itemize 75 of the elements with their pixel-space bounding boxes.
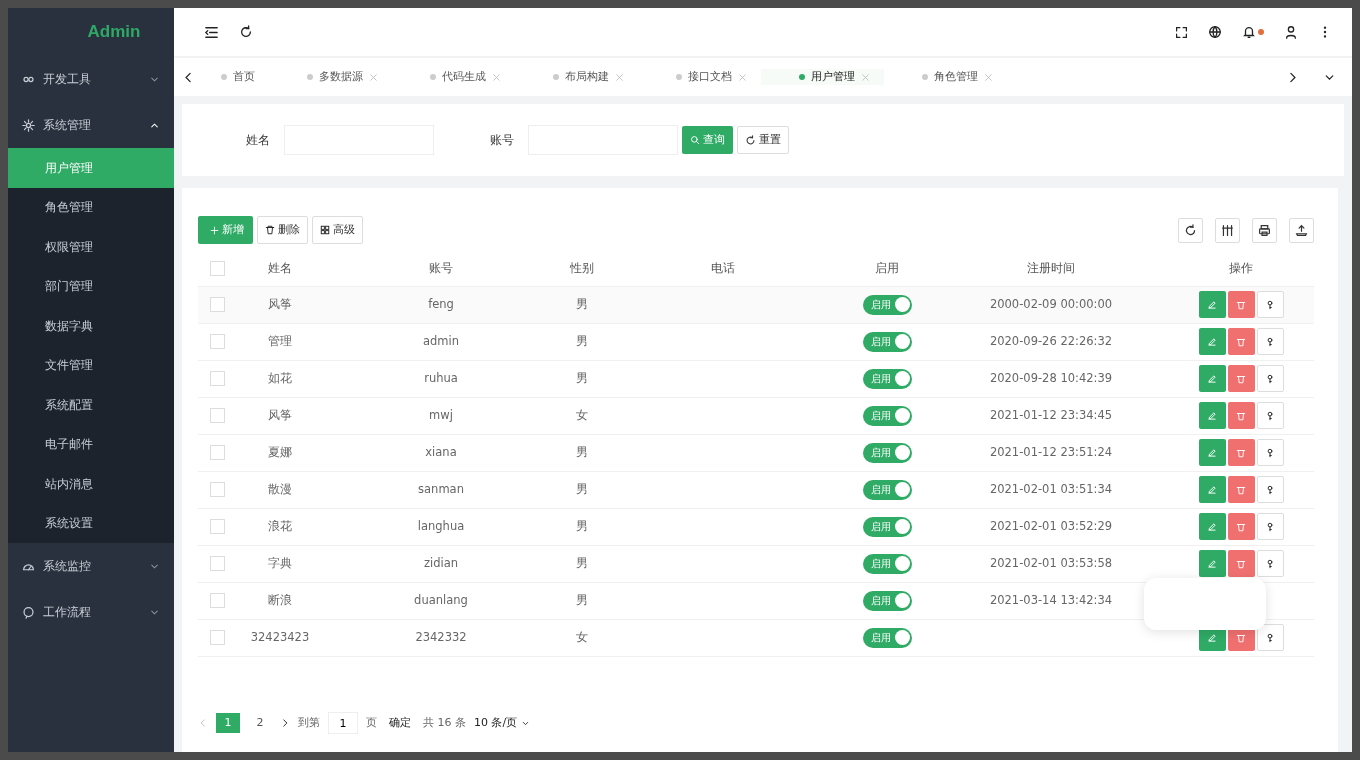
table-cell: 2342332	[324, 619, 558, 656]
sidebar-item[interactable]: 电子邮件	[8, 424, 174, 464]
table-cell: 字典	[236, 545, 324, 582]
sidebar-group[interactable]: 系统管理	[8, 102, 174, 148]
column-header: 账号	[324, 252, 558, 286]
table-cell: 夏娜	[236, 434, 324, 471]
table-cell: 2020-09-28 10:42:39	[934, 360, 1168, 397]
table-cell: feng	[324, 286, 558, 323]
sidebar-item[interactable]: 部门管理	[8, 266, 174, 306]
tab[interactable]: 代码生成	[392, 68, 515, 86]
sidebar-group[interactable]: 开发工具	[8, 56, 174, 102]
table-cell: sanman	[324, 471, 558, 508]
sidebar-item[interactable]: 权限管理	[8, 227, 174, 267]
table-cell: 女	[558, 619, 606, 656]
column-header: 电话	[606, 252, 840, 286]
sidebar-group[interactable]: 工作流程	[8, 589, 174, 635]
table-cell: 2021-01-12 23:34:45	[934, 397, 1168, 434]
delete-button[interactable]: 删除	[257, 216, 308, 244]
table-cell: zidian	[324, 545, 558, 582]
page-unit: 页	[366, 714, 377, 731]
column-header: 操作	[1168, 252, 1314, 286]
column-header: 启用	[840, 252, 934, 286]
table-cell: 男	[558, 545, 606, 582]
logo-text: Admin	[86, 21, 142, 44]
table-cell: mwj	[324, 397, 558, 434]
sidebar-item[interactable]: 系统设置	[8, 503, 174, 543]
table-cell: 管理	[236, 323, 324, 360]
table-cell: 男	[558, 323, 606, 360]
table-cell: 32423423	[236, 619, 324, 656]
total-count: 共 16 条	[423, 714, 466, 731]
sidebar-group[interactable]: 系统监控	[8, 543, 174, 589]
table-cell: 散漫	[236, 471, 324, 508]
table-cell: 女	[558, 397, 606, 434]
sidebar-item[interactable]: 角色管理	[8, 187, 174, 227]
tab[interactable]: 布局构建	[515, 68, 638, 86]
column-header: 性别	[558, 252, 606, 286]
table-cell: 2021-02-01 03:52:29	[934, 508, 1168, 545]
table-cell: 2020-09-26 22:26:32	[934, 323, 1168, 360]
table-cell: 男	[558, 360, 606, 397]
tab[interactable]: 首页	[183, 68, 269, 86]
sidebar-item[interactable]: 数据字典	[8, 306, 174, 346]
table-cell: xiana	[324, 434, 558, 471]
table-cell: 男	[558, 508, 606, 545]
advanced-button[interactable]: 高级	[312, 216, 363, 244]
sidebar-item[interactable]: 系统配置	[8, 385, 174, 425]
table-cell: 2021-01-12 23:51:24	[934, 434, 1168, 471]
page-size-select[interactable]: 10 条/页	[474, 714, 531, 732]
tab[interactable]: 多数据源	[269, 68, 392, 86]
sidebar-item[interactable]: 站内消息	[8, 464, 174, 504]
column-header: 注册时间	[934, 252, 1168, 286]
table-cell: 断浪	[236, 582, 324, 619]
table-cell: 浪花	[236, 508, 324, 545]
tab[interactable]: 接口文档	[638, 68, 761, 86]
table-cell: 2021-02-01 03:51:34	[934, 471, 1168, 508]
field-label: 姓名	[246, 132, 270, 149]
table-cell: admin	[324, 323, 558, 360]
column-header: 姓名	[236, 252, 324, 286]
table-cell: 男	[558, 434, 606, 471]
table-cell: ruhua	[324, 360, 558, 397]
sidebar-item[interactable]: 文件管理	[8, 345, 174, 385]
reset-button[interactable]: 重置	[737, 126, 789, 154]
goto-label: 到第	[298, 714, 320, 731]
table-cell: 男	[558, 471, 606, 508]
table-cell: 风筝	[236, 286, 324, 323]
table-cell: duanlang	[324, 582, 558, 619]
table-cell: 男	[558, 286, 606, 323]
table-cell: 如花	[236, 360, 324, 397]
table-cell: 男	[558, 582, 606, 619]
tab[interactable]: 角色管理	[884, 68, 1007, 86]
table-cell: 2000-02-09 00:00:00	[934, 286, 1168, 323]
page-input[interactable]: 1	[328, 712, 358, 734]
table-cell: 风筝	[236, 397, 324, 434]
table-cell: langhua	[324, 508, 558, 545]
field-label: 账号	[490, 132, 514, 149]
tab[interactable]: 用户管理	[761, 68, 884, 86]
